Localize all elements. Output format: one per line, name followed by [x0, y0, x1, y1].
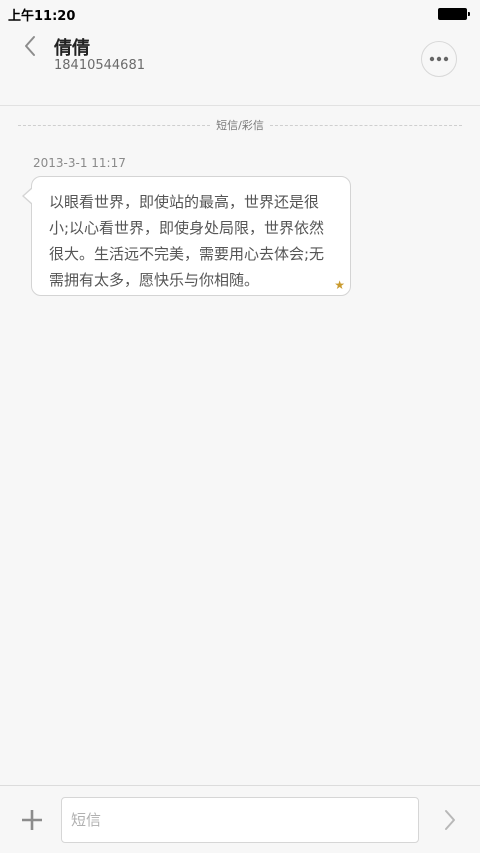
battery-full-icon: [438, 8, 470, 20]
divider-line: [18, 124, 211, 126]
message-timestamp: 2013-3-1 11:17: [33, 156, 126, 170]
status-time: 上午11:20: [8, 8, 76, 24]
chevron-left-icon: [25, 36, 35, 56]
message-type-divider: 短信/彩信: [18, 116, 462, 134]
bubble-tail-fill: [24, 188, 33, 204]
incoming-message-bubble[interactable]: 以眼看世界，即使站的最高，世界还是很小;以心看世界，即使身处局限，世界依然很大。…: [22, 176, 351, 296]
status-bar: 上午11:20: [0, 0, 480, 28]
send-button[interactable]: [437, 806, 463, 834]
back-button[interactable]: [16, 32, 44, 60]
message-text: 以眼看世界，即使站的最高，世界还是很小;以心看世界，即使身处局限，世界依然很大。…: [49, 193, 325, 289]
divider-label: 短信/彩信: [216, 119, 264, 132]
contact-number: 18410544681: [54, 58, 145, 73]
message-input[interactable]: [61, 797, 419, 843]
chevron-right-icon: [445, 810, 455, 830]
more-dots-icon: [429, 56, 449, 62]
plus-icon: [22, 810, 42, 830]
star-icon[interactable]: ★: [334, 278, 345, 292]
add-attachment-button[interactable]: [18, 806, 46, 834]
divider-line: [269, 124, 462, 126]
contact-name: 倩倩: [54, 38, 90, 59]
more-options-button[interactable]: [421, 41, 457, 77]
sms-conversation-screen: 上午11:20 倩倩 18410544681 短信/彩信 2013-3-1 11…: [0, 0, 480, 853]
conversation-header: 倩倩 18410544681: [0, 28, 480, 106]
compose-bar: [0, 785, 480, 853]
